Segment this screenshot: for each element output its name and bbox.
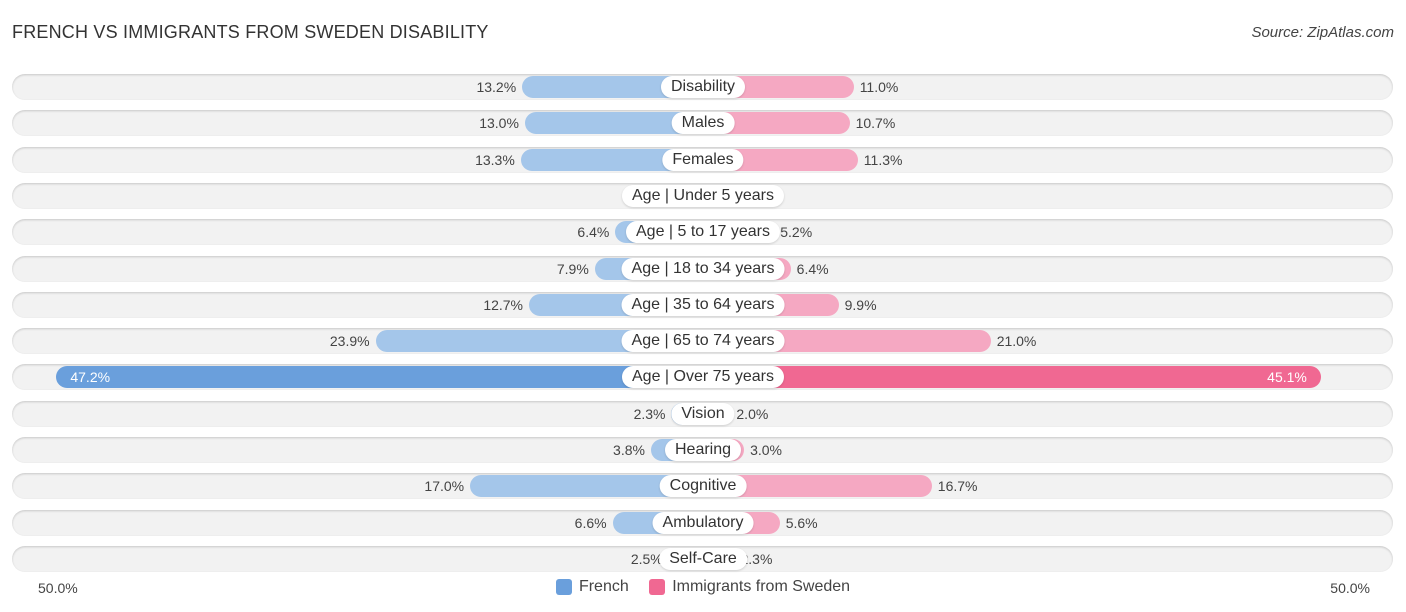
chart-area: 13.2% 11.0% Disability 13.0% 10.7% Males 13.3%… [0,0,1406,612]
bar-french[interactable] [56,366,703,389]
category-label: Ambulatory [652,511,754,534]
value-label-french: 12.7% [483,296,524,313]
value-label-french: 2.3% [633,405,666,422]
category-label: Males [671,112,735,135]
category-label: Cognitive [659,475,747,498]
value-label-sweden: 9.9% [844,296,877,313]
value-label-french: 6.4% [577,224,610,241]
legend-label-french: French [578,578,629,595]
category-label: Age | 35 to 64 years [621,293,785,316]
bar-sweden[interactable] [703,366,1321,389]
value-label-sweden: 5.2% [780,224,813,241]
value-label-sweden: 45.1% [1267,369,1307,386]
value-label-sweden: 3.0% [750,442,783,458]
value-label-french: 13.3% [475,151,515,168]
category-label: Females [662,148,744,171]
value-label-sweden: 11.0% [859,79,899,95]
value-label-french: 2.5% [630,550,663,567]
category-label: Age | Under 5 years [621,184,785,207]
legend-item-sweden[interactable]: Immigrants from Sweden [649,578,850,596]
category-label: Age | 65 to 74 years [621,330,785,353]
value-label-sweden: 16.7% [937,478,978,495]
category-label: Vision [671,402,735,425]
value-label-french: 7.9% [556,260,589,277]
category-label: Self-Care [659,547,747,570]
value-label-sweden: 11.3% [863,151,903,168]
value-label-sweden: 21.0% [996,333,1037,350]
legend-item-french[interactable]: French [555,578,629,596]
value-label-sweden: 5.6% [785,514,818,531]
value-label-french: 6.6% [574,514,607,531]
category-label: Age | 5 to 17 years [625,221,781,244]
value-label-french: 47.2% [70,369,111,386]
legend-swatch-sweden [649,579,666,595]
category-label: Hearing [664,439,742,461]
value-label-french: 23.9% [329,333,370,350]
legend-label-sweden: Immigrants from Sweden [672,578,851,595]
category-label: Age | Over 75 years [622,366,784,389]
value-label-french: 17.0% [424,478,465,495]
category-label: Disability [660,76,746,98]
value-label-sweden: 6.4% [796,260,829,277]
value-label-french: 13.0% [479,115,519,132]
value-label-sweden: 2.0% [736,405,769,422]
legend-swatch-french [555,579,572,595]
value-label-sweden: 10.7% [855,115,896,132]
value-label-french: 13.2% [476,79,517,95]
legend: French Immigrants from Sweden [0,578,1406,600]
category-label: Age | 18 to 34 years [621,257,785,280]
value-label-french: 3.8% [613,442,645,458]
